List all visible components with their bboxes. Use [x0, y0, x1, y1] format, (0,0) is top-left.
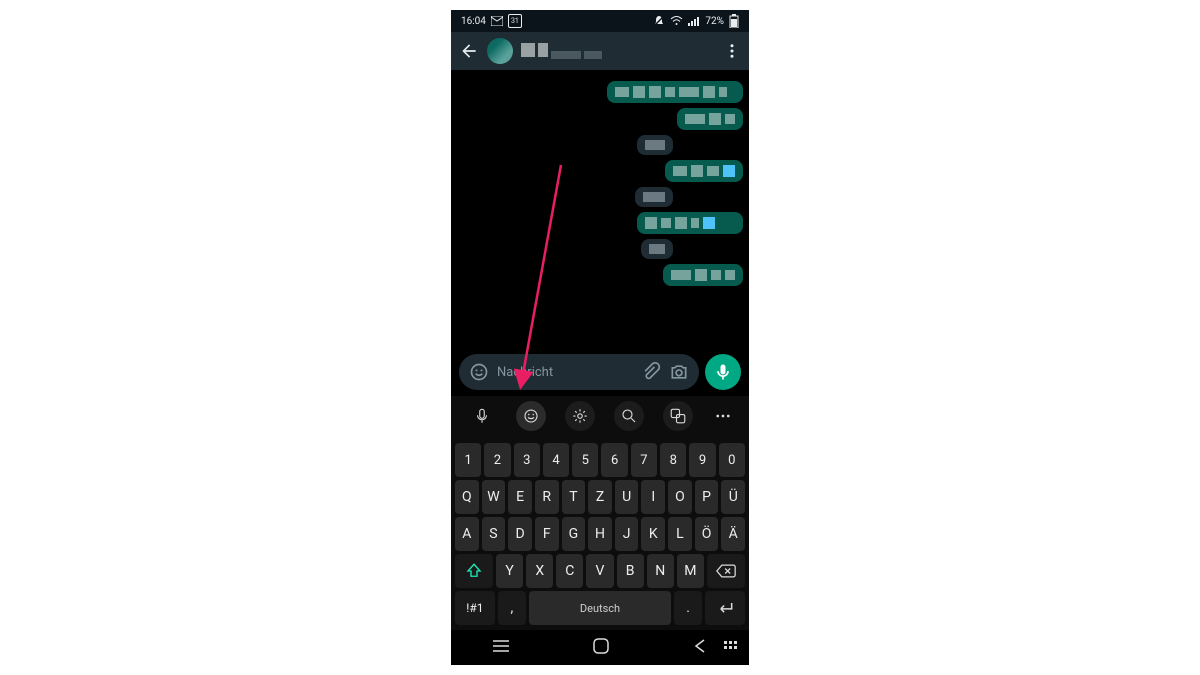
keyboard-row-numbers: 1234567890	[455, 443, 745, 477]
message-in[interactable]	[637, 135, 673, 155]
keyboard-toolbar	[451, 396, 749, 436]
key-n[interactable]: N	[647, 554, 674, 588]
key-a[interactable]: A	[455, 517, 479, 551]
message-input[interactable]: Nachricht	[459, 354, 699, 390]
message-icon	[491, 16, 503, 26]
key-m[interactable]: M	[677, 554, 704, 588]
key-f[interactable]: F	[535, 517, 559, 551]
key-v[interactable]: V	[586, 554, 613, 588]
space-key[interactable]: Deutsch	[529, 591, 671, 625]
enter-key[interactable]	[705, 591, 745, 625]
message-out[interactable]	[665, 160, 743, 182]
backspace-key[interactable]	[707, 554, 745, 588]
key-e[interactable]: E	[508, 480, 532, 514]
key-ü[interactable]: Ü	[721, 480, 745, 514]
message-composer: Nachricht	[451, 348, 749, 396]
kb-emoji-icon[interactable]	[516, 401, 546, 431]
nav-home-icon[interactable]	[592, 637, 610, 655]
key-j[interactable]: J	[615, 517, 639, 551]
more-options-icon[interactable]	[723, 42, 741, 60]
battery-percent: 72%	[705, 16, 724, 27]
message-out[interactable]	[607, 81, 743, 103]
message-out[interactable]	[663, 264, 743, 286]
keyboard-row-3: YXCVBNM	[455, 554, 745, 588]
phone-frame: 16:04 31 72%	[451, 10, 749, 665]
key-ö[interactable]: Ö	[695, 517, 719, 551]
key-9[interactable]: 9	[689, 443, 715, 477]
contact-name-pixelated[interactable]	[521, 43, 715, 59]
back-icon[interactable]	[459, 41, 479, 61]
key-s[interactable]: S	[482, 517, 506, 551]
key-3[interactable]: 3	[514, 443, 540, 477]
key-1[interactable]: 1	[455, 443, 481, 477]
key-u[interactable]: U	[615, 480, 639, 514]
voice-record-button[interactable]	[705, 354, 741, 390]
key-7[interactable]: 7	[631, 443, 657, 477]
symbols-key[interactable]: !#1	[455, 591, 495, 625]
key-q[interactable]: Q	[455, 480, 479, 514]
kb-settings-icon[interactable]	[565, 401, 595, 431]
emoji-icon[interactable]	[469, 362, 489, 382]
status-time: 16:04	[461, 16, 486, 27]
system-navbar	[451, 630, 749, 662]
key-x[interactable]: X	[526, 554, 553, 588]
nav-keyboard-switch-icon[interactable]	[723, 640, 739, 652]
chat-appbar	[451, 32, 749, 70]
keyboard-row-1: QWERTZUIOPÜ	[455, 480, 745, 514]
key-z[interactable]: Z	[588, 480, 612, 514]
message-in[interactable]	[641, 239, 673, 259]
shift-key[interactable]	[455, 554, 493, 588]
kb-search-icon[interactable]	[614, 401, 644, 431]
key-5[interactable]: 5	[572, 443, 598, 477]
chat-messages[interactable]	[451, 70, 749, 348]
key-i[interactable]: I	[641, 480, 665, 514]
key-t[interactable]: T	[562, 480, 586, 514]
calendar-date-icon: 31	[508, 14, 522, 28]
wifi-icon	[670, 16, 683, 26]
message-placeholder: Nachricht	[497, 365, 633, 380]
key-r[interactable]: R	[535, 480, 559, 514]
attach-icon[interactable]	[641, 362, 661, 382]
key-p[interactable]: P	[695, 480, 719, 514]
message-out[interactable]	[637, 212, 743, 234]
keyboard-row-bottom: !#1 , Deutsch .	[455, 591, 745, 625]
message-out[interactable]	[677, 108, 743, 130]
nav-recent-icon[interactable]	[491, 638, 511, 654]
kb-translate-icon[interactable]	[663, 401, 693, 431]
comma-key[interactable]: ,	[498, 591, 526, 625]
kb-more-icon[interactable]	[712, 401, 734, 431]
key-2[interactable]: 2	[484, 443, 510, 477]
message-in[interactable]	[635, 187, 673, 207]
keyboard: 1234567890 QWERTZUIOPÜ ASDFGHJKLÖÄ YXCVB…	[451, 436, 749, 630]
kb-voice-icon[interactable]	[467, 401, 497, 431]
key-g[interactable]: G	[562, 517, 586, 551]
statusbar: 16:04 31 72%	[451, 10, 749, 32]
key-o[interactable]: O	[668, 480, 692, 514]
key-6[interactable]: 6	[601, 443, 627, 477]
key-c[interactable]: C	[556, 554, 583, 588]
key-ä[interactable]: Ä	[721, 517, 745, 551]
camera-icon[interactable]	[669, 362, 689, 382]
key-4[interactable]: 4	[543, 443, 569, 477]
nav-back-icon[interactable]	[691, 637, 709, 655]
key-d[interactable]: D	[508, 517, 532, 551]
key-b[interactable]: B	[617, 554, 644, 588]
key-8[interactable]: 8	[660, 443, 686, 477]
battery-icon	[729, 14, 739, 28]
keyboard-row-2: ASDFGHJKLÖÄ	[455, 517, 745, 551]
contact-avatar[interactable]	[487, 38, 513, 64]
key-0[interactable]: 0	[719, 443, 745, 477]
key-h[interactable]: H	[588, 517, 612, 551]
key-k[interactable]: K	[641, 517, 665, 551]
period-key[interactable]: .	[674, 591, 702, 625]
signal-icon	[688, 16, 700, 26]
key-w[interactable]: W	[482, 480, 506, 514]
key-y[interactable]: Y	[496, 554, 523, 588]
key-l[interactable]: L	[668, 517, 692, 551]
mute-icon	[653, 15, 665, 27]
